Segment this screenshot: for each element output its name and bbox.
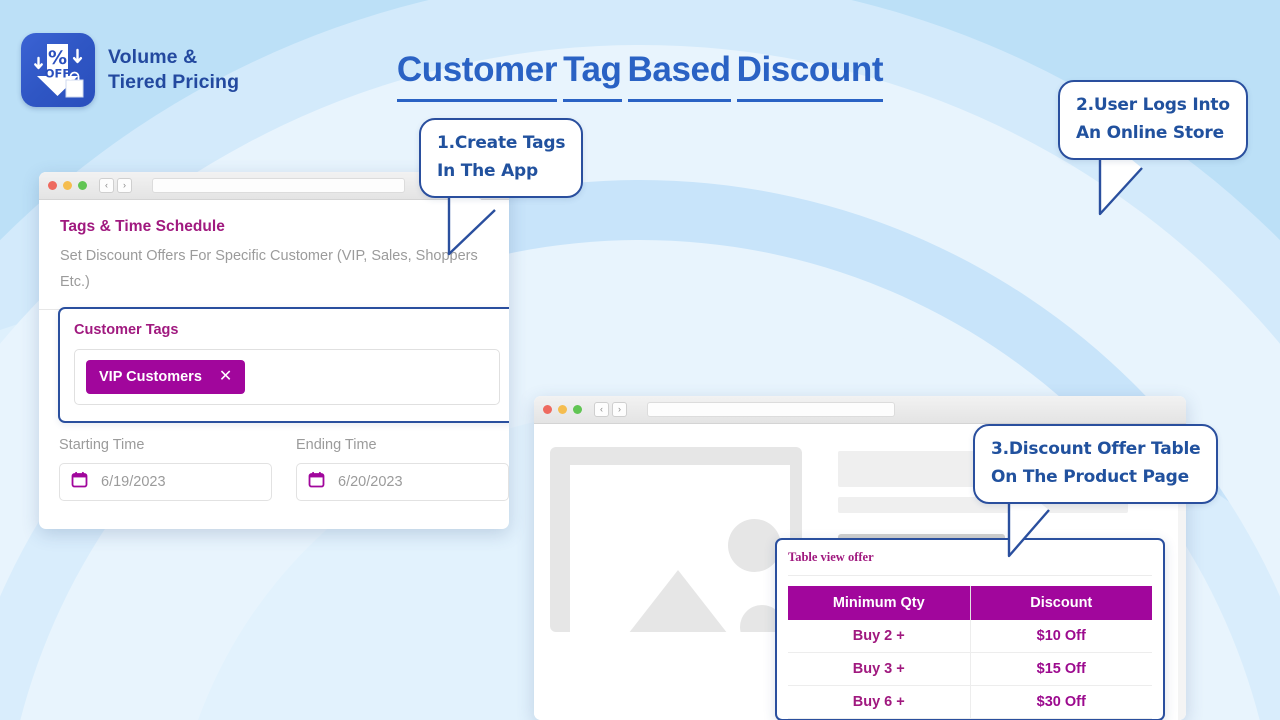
customer-tags-card: Customer Tags VIP Customers ✕ bbox=[58, 307, 509, 423]
ending-time-value: 6/20/2023 bbox=[338, 474, 403, 490]
callout-2: 2.User Logs Into An Online Store bbox=[1058, 80, 1248, 216]
title-word-1: Customer bbox=[396, 50, 557, 102]
callout-1-line-1: 1.Create Tags bbox=[437, 133, 566, 153]
calendar-icon bbox=[71, 471, 88, 493]
cell-qty: Buy 2 + bbox=[788, 620, 971, 653]
callout-2-bubble: 2.User Logs Into An Online Store bbox=[1058, 80, 1248, 161]
table-row: Buy 3 + $15 Off bbox=[788, 652, 1152, 686]
tag-chip-label: VIP Customers bbox=[99, 369, 202, 385]
window-minimize-button[interactable] bbox=[63, 181, 72, 190]
calendar-icon bbox=[308, 471, 325, 493]
callout-3-line-2: On The Product Page bbox=[991, 466, 1189, 487]
placeholder-inner bbox=[570, 465, 790, 632]
customer-tags-label: Customer Tags bbox=[74, 322, 179, 338]
window-minimize-button[interactable] bbox=[558, 405, 567, 414]
product-image-placeholder bbox=[550, 447, 802, 632]
table-header-row: Minimum Qty Discount bbox=[788, 586, 1152, 620]
ending-time-input[interactable]: 6/20/2023 bbox=[296, 463, 509, 501]
back-button[interactable]: ‹ bbox=[99, 178, 114, 193]
address-bar[interactable] bbox=[152, 178, 405, 193]
starting-time-group: Starting Time 6/19/2023 bbox=[59, 437, 272, 501]
callout-3: 3.Discount Offer Table On The Product Pa… bbox=[973, 424, 1219, 558]
section-heading: Tags & Time Schedule bbox=[60, 218, 225, 235]
offer-table-caption: Table view offer bbox=[788, 550, 1152, 576]
back-button[interactable]: ‹ bbox=[594, 402, 609, 417]
tag-chip-vip-customers[interactable]: VIP Customers ✕ bbox=[86, 360, 246, 394]
title-word-4: Discount bbox=[736, 50, 883, 102]
window-close-button[interactable] bbox=[48, 181, 57, 190]
window-maximize-button[interactable] bbox=[78, 181, 87, 190]
title-word-3: Based bbox=[627, 50, 731, 102]
column-header-minimum-qty: Minimum Qty bbox=[788, 586, 971, 620]
window-close-button[interactable] bbox=[543, 405, 552, 414]
callout-3-bubble: 3.Discount Offer Table On The Product Pa… bbox=[973, 424, 1219, 505]
starting-time-label: Starting Time bbox=[59, 437, 145, 453]
callout-1: 1.Create Tags In The App bbox=[419, 118, 584, 256]
promo-banner: % OFF Volume & Tiered Pricing Customer Ta… bbox=[0, 0, 1280, 720]
callout-1-line-2: In The App bbox=[437, 160, 538, 181]
callout-1-bubble: 1.Create Tags In The App bbox=[419, 118, 584, 199]
section-subheading: Set Discount Offers For Specific Custome… bbox=[60, 248, 478, 290]
close-icon[interactable]: ✕ bbox=[219, 369, 232, 385]
callout-2-line-1: 2.User Logs Into bbox=[1076, 95, 1230, 115]
table-row: Buy 6 + $30 Off bbox=[788, 685, 1152, 719]
placeholder-triangle-icon bbox=[600, 570, 756, 632]
starting-time-input[interactable]: 6/19/2023 bbox=[59, 463, 272, 501]
cell-discount: $15 Off bbox=[970, 652, 1152, 686]
ending-time-group: Ending Time 6/20/2023 bbox=[296, 437, 509, 501]
forward-button[interactable]: › bbox=[612, 402, 627, 417]
discount-offer-table: Minimum Qty Discount Buy 2 + $10 Off Buy… bbox=[788, 586, 1152, 719]
cell-discount: $10 Off bbox=[970, 620, 1152, 653]
cell-qty: Buy 6 + bbox=[788, 685, 971, 719]
cell-discount: $30 Off bbox=[970, 685, 1152, 719]
table-row: Buy 2 + $10 Off bbox=[788, 620, 1152, 653]
window-maximize-button[interactable] bbox=[573, 405, 582, 414]
product-window-chrome: ‹ › bbox=[534, 396, 1186, 424]
placeholder-circle-icon bbox=[728, 519, 781, 572]
callout-3-line-1: 3.Discount Offer Table bbox=[991, 439, 1201, 459]
title-word-2: Tag bbox=[563, 50, 622, 102]
column-header-discount: Discount bbox=[970, 586, 1152, 620]
discount-offer-table-card: Table view offer Minimum Qty Discount Bu… bbox=[775, 538, 1165, 720]
starting-time-value: 6/19/2023 bbox=[101, 474, 166, 490]
cell-qty: Buy 3 + bbox=[788, 652, 971, 686]
forward-button[interactable]: › bbox=[117, 178, 132, 193]
tags-input-box[interactable]: VIP Customers ✕ bbox=[74, 349, 500, 405]
address-bar[interactable] bbox=[647, 402, 895, 417]
callout-2-line-2: An Online Store bbox=[1076, 122, 1224, 143]
ending-time-label: Ending Time bbox=[296, 437, 377, 453]
time-schedule-row: Starting Time 6/19/2023 Ending Time 6/20… bbox=[59, 437, 509, 501]
